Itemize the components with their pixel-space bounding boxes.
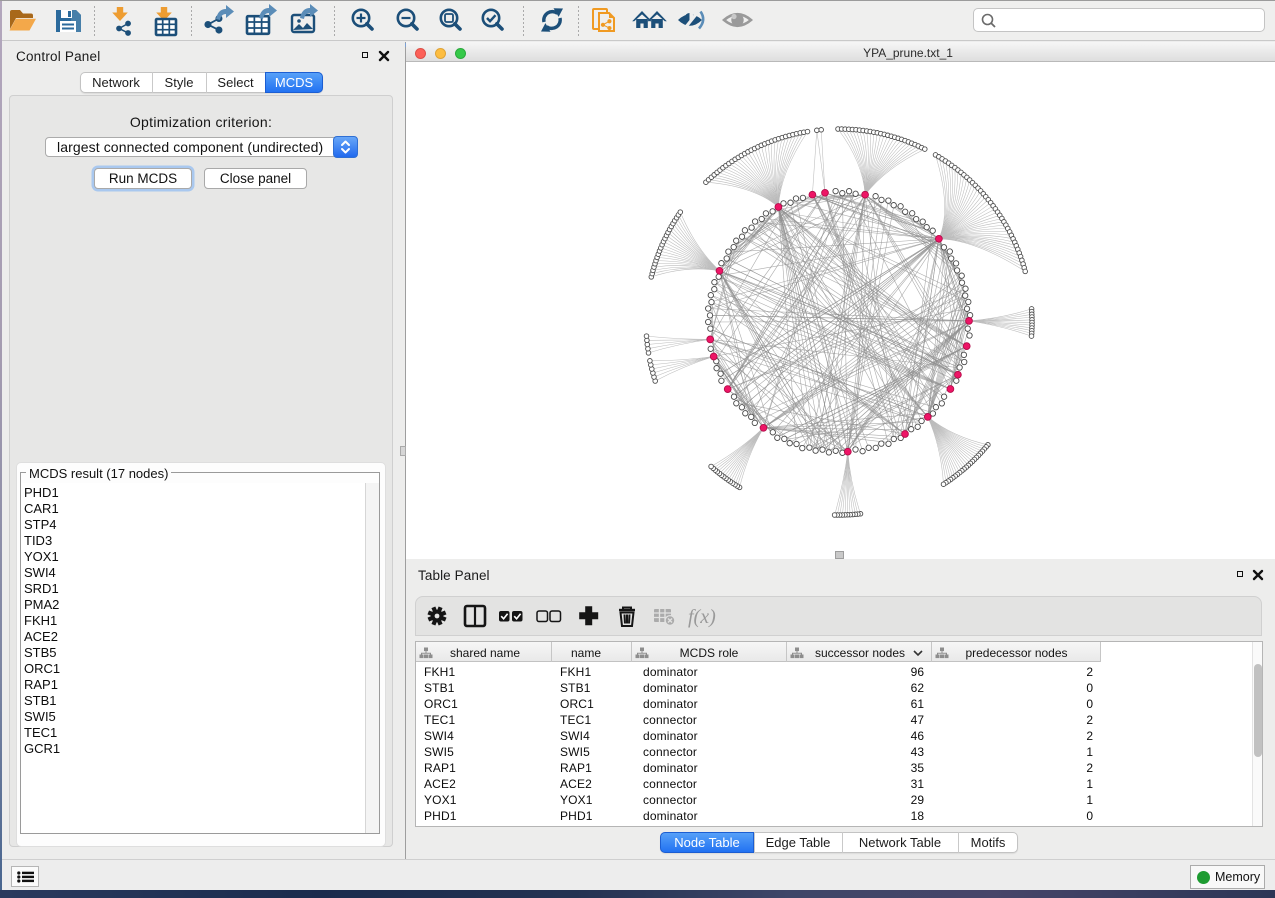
svg-text:f(x): f(x)	[688, 606, 716, 628]
